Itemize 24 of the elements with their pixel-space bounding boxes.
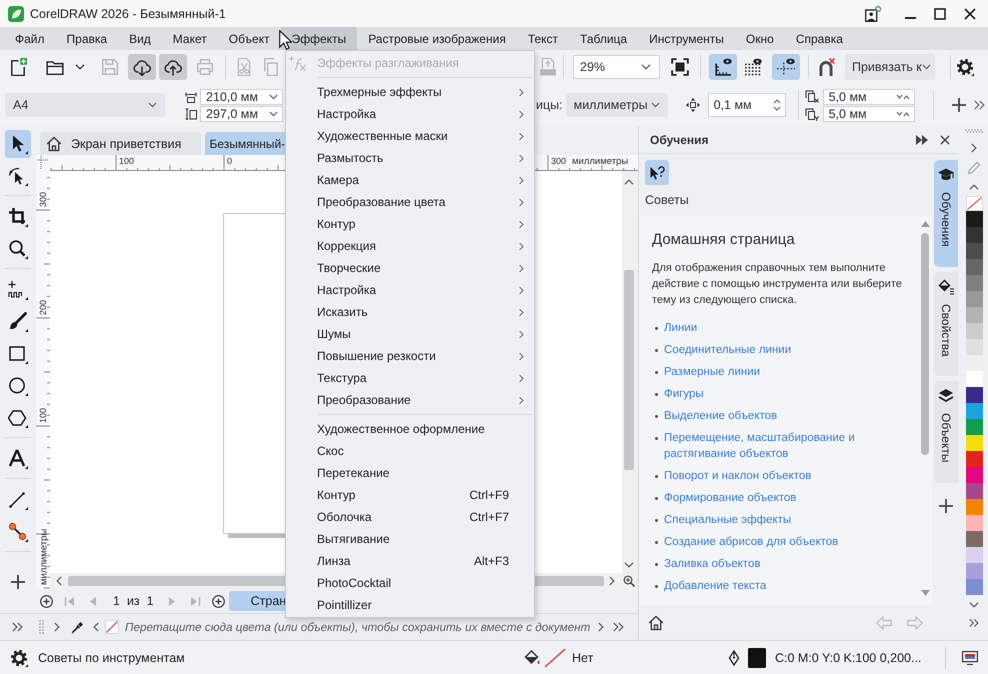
ruler-label: 300	[551, 156, 566, 166]
outline-status: C:0 M:0 Y:0 K:100 0,200...	[775, 650, 922, 664]
palette-drop-hint: Перетащите сюда цвета (или объекты), чтобы сохранить их вместе с документ	[125, 620, 590, 634]
help-intro: Для отображения справочных тем выполните действие с помощью инструмента или выберите тему из следующего списка.	[652, 261, 903, 308]
shortcut-text: Ctrl+F7	[469, 510, 509, 524]
docker-title: Обучения	[650, 132, 710, 146]
page-number: 1	[113, 594, 120, 608]
ruler-label: 200	[38, 300, 48, 315]
ruler-unit-label: миллиметры	[572, 156, 628, 167]
page-count: 1	[146, 594, 154, 608]
units-label: ицы:	[536, 98, 563, 112]
ruler-label: 0	[227, 156, 232, 166]
ruler-label: 100	[38, 408, 48, 423]
shortcut-text: Alt+F3	[474, 554, 509, 568]
status-hint: Советы по инструментам	[38, 650, 185, 664]
help-heading: Домашняя страница	[652, 230, 796, 250]
fill-status: Нет	[572, 650, 594, 664]
page-count-separator: из	[126, 594, 140, 608]
ruler-label: 300	[38, 192, 48, 207]
hints-label: Советы	[645, 193, 689, 208]
ruler-unit-label: миллиметры	[38, 528, 50, 585]
window-title: CorelDRAW 2026 - Безымянный-1	[30, 6, 226, 20]
ruler-label: 100	[119, 156, 134, 166]
shortcut-text: Ctrl+F9	[469, 488, 509, 502]
